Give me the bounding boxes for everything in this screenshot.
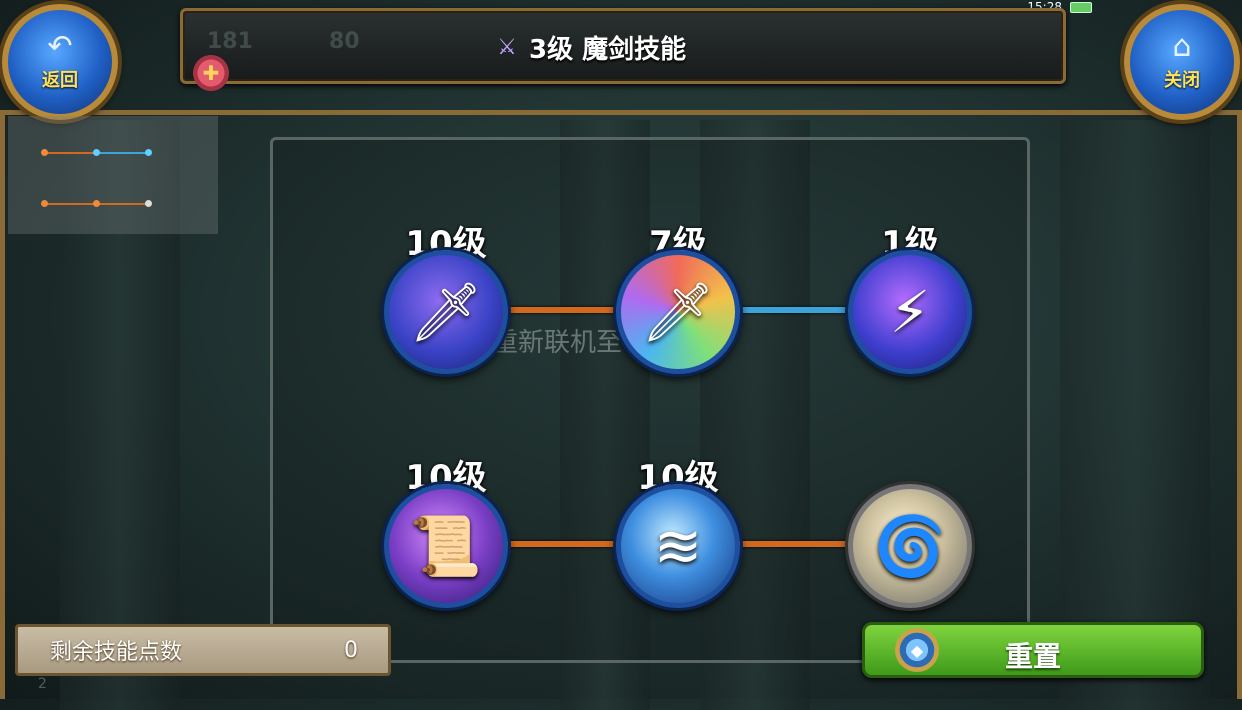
close-button[interactable]: ⌂ 关闭 bbox=[1124, 4, 1240, 120]
battery-icon bbox=[1070, 1, 1092, 13]
sword-lightning-icon[interactable]: ⚡ bbox=[848, 250, 972, 374]
page-title: ⚔ 3级 魔剑技能 bbox=[493, 29, 686, 66]
minimap-node bbox=[41, 149, 48, 156]
scroll-ring-icon[interactable]: 📜 bbox=[384, 484, 508, 608]
skill-points-box: 剩余技能点数 0 bbox=[15, 624, 391, 676]
sword-swirl-icon[interactable]: 🗡 bbox=[616, 250, 740, 374]
back-arrow-icon: ↶ bbox=[47, 29, 73, 64]
slash-wind-icon[interactable]: ≋ bbox=[616, 484, 740, 608]
skill-tree-minimap[interactable] bbox=[8, 116, 218, 234]
minimap-node bbox=[93, 200, 100, 207]
home-icon: ⌂ bbox=[1172, 29, 1192, 64]
minimap-node bbox=[145, 149, 152, 156]
sword-magic-icon[interactable]: 🗡 bbox=[384, 250, 508, 374]
minimap-node bbox=[41, 200, 48, 207]
ghost-stat: 80 bbox=[329, 29, 360, 54]
minimap-connector bbox=[44, 152, 96, 154]
ghost-stat: 181 bbox=[207, 29, 253, 54]
close-label: 关闭 bbox=[1164, 70, 1200, 91]
reset-label: 重置 bbox=[1004, 640, 1061, 673]
skill-connector bbox=[737, 307, 849, 313]
ghost-hud: 2 bbox=[38, 676, 47, 692]
title-text: 3级 魔剑技能 bbox=[529, 35, 687, 65]
minimap-node bbox=[145, 200, 152, 207]
skill-points-value: 0 bbox=[344, 637, 358, 663]
reset-button[interactable]: ◆ 重置 bbox=[862, 622, 1204, 678]
skill-points-label: 剩余技能点数 bbox=[50, 640, 183, 665]
back-button[interactable]: ↶ 返回 bbox=[2, 4, 118, 120]
skill-connector bbox=[737, 541, 849, 547]
minimap-connector bbox=[96, 152, 148, 154]
header-bar: 181 80 ⚔ 3级 魔剑技能 bbox=[180, 8, 1066, 84]
sword-icon: ⚔ bbox=[497, 35, 517, 60]
skill-connector bbox=[505, 541, 617, 547]
reconnect-ghost-text: 重新联机至 bbox=[492, 328, 623, 358]
back-label: 返回 bbox=[42, 70, 78, 91]
gift-icon[interactable]: ✚ bbox=[190, 52, 232, 94]
skill-connector bbox=[505, 307, 617, 313]
whirlwind-icon[interactable]: 🌀 bbox=[848, 484, 972, 608]
minimap-node bbox=[93, 149, 100, 156]
